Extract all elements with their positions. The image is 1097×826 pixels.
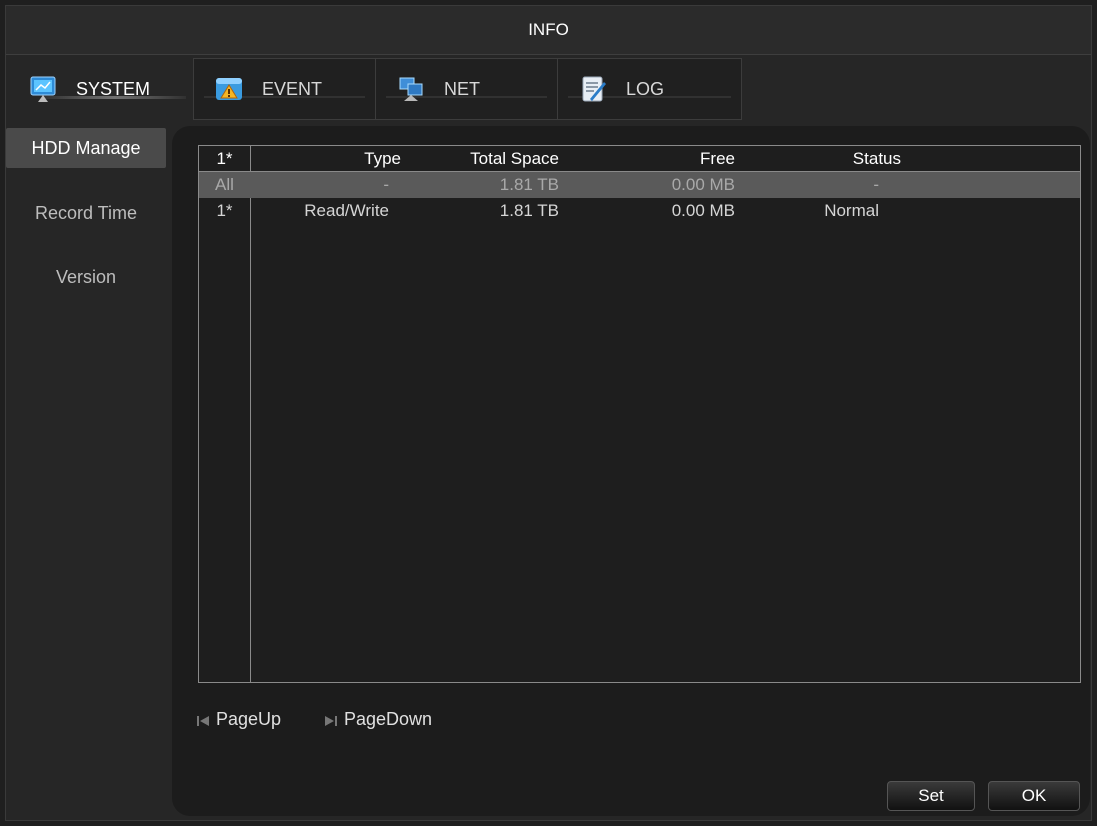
set-button[interactable]: Set <box>887 781 975 811</box>
sidebar-item-label: Version <box>55 266 117 287</box>
row-free: 0.00 MB <box>671 175 735 194</box>
sidebar-item-hdd-manage[interactable]: HDD Manage <box>6 128 166 168</box>
column-header-total-space[interactable]: Total Space <box>401 146 559 172</box>
monitor-icon <box>28 74 58 104</box>
sidebar-item-version[interactable]: Version <box>6 257 166 297</box>
row-free: 0.00 MB <box>671 201 735 220</box>
row-index: All <box>215 175 234 194</box>
page-down-button[interactable]: PageDown <box>324 706 432 732</box>
hdd-table: 1* Type Total Space Free Status All - 1.… <box>198 145 1081 683</box>
ok-button-label: OK <box>1021 786 1047 805</box>
skip-forward-icon <box>324 712 338 726</box>
network-icon <box>396 74 426 104</box>
page-down-label: PageDown <box>344 708 433 729</box>
set-button-label: Set <box>918 786 944 805</box>
row-status: - <box>873 175 879 194</box>
table-header: 1* Type Total Space Free Status <box>199 146 1080 172</box>
page-up-label: PageUp <box>216 708 282 729</box>
tab-net[interactable]: NET <box>375 58 558 120</box>
tab-event[interactable]: EVENT <box>193 58 376 120</box>
sidebar-item-label: Record Time <box>34 202 138 223</box>
tab-system-label: SYSTEM <box>76 78 151 99</box>
column-header-status[interactable]: Status <box>735 146 901 172</box>
tab-system[interactable]: SYSTEM <box>28 58 194 120</box>
column-header-index[interactable]: 1* <box>199 146 250 172</box>
warning-icon <box>214 74 244 104</box>
page-up-button[interactable]: PageUp <box>196 706 281 732</box>
row-total-space: 1.81 TB <box>499 201 559 220</box>
window-title: INFO <box>6 6 1091 55</box>
table-column-divider <box>250 146 251 682</box>
table-row[interactable]: 1* Read/Write 1.81 TB 0.00 MB Normal <box>199 198 1080 224</box>
tab-log-label: LOG <box>626 78 665 99</box>
tab-event-label: EVENT <box>262 78 323 99</box>
sidebar-item-label: HDD Manage <box>31 137 141 158</box>
tab-net-label: NET <box>444 78 480 99</box>
content-panel: 1* Type Total Space Free Status All - 1.… <box>172 126 1090 816</box>
skip-back-icon <box>196 712 210 726</box>
info-window: INFO SYSTEM EVENT NET LOG HDD Manage Rec… <box>5 5 1092 821</box>
log-icon <box>578 74 608 104</box>
row-type: Read/Write <box>304 201 389 220</box>
ok-button[interactable]: OK <box>988 781 1080 811</box>
tab-bar: SYSTEM EVENT NET LOG <box>6 58 1091 120</box>
sidebar-item-record-time[interactable]: Record Time <box>6 193 166 233</box>
row-type: - <box>383 175 389 194</box>
row-index: 1* <box>216 201 233 220</box>
table-row[interactable]: All - 1.81 TB 0.00 MB - <box>199 172 1080 198</box>
column-header-free[interactable]: Free <box>559 146 735 172</box>
row-total-space: 1.81 TB <box>499 175 559 194</box>
tab-log[interactable]: LOG <box>557 58 742 120</box>
window-title-text: INFO <box>528 20 569 39</box>
column-header-type[interactable]: Type <box>251 146 401 172</box>
row-status: Normal <box>824 201 879 220</box>
